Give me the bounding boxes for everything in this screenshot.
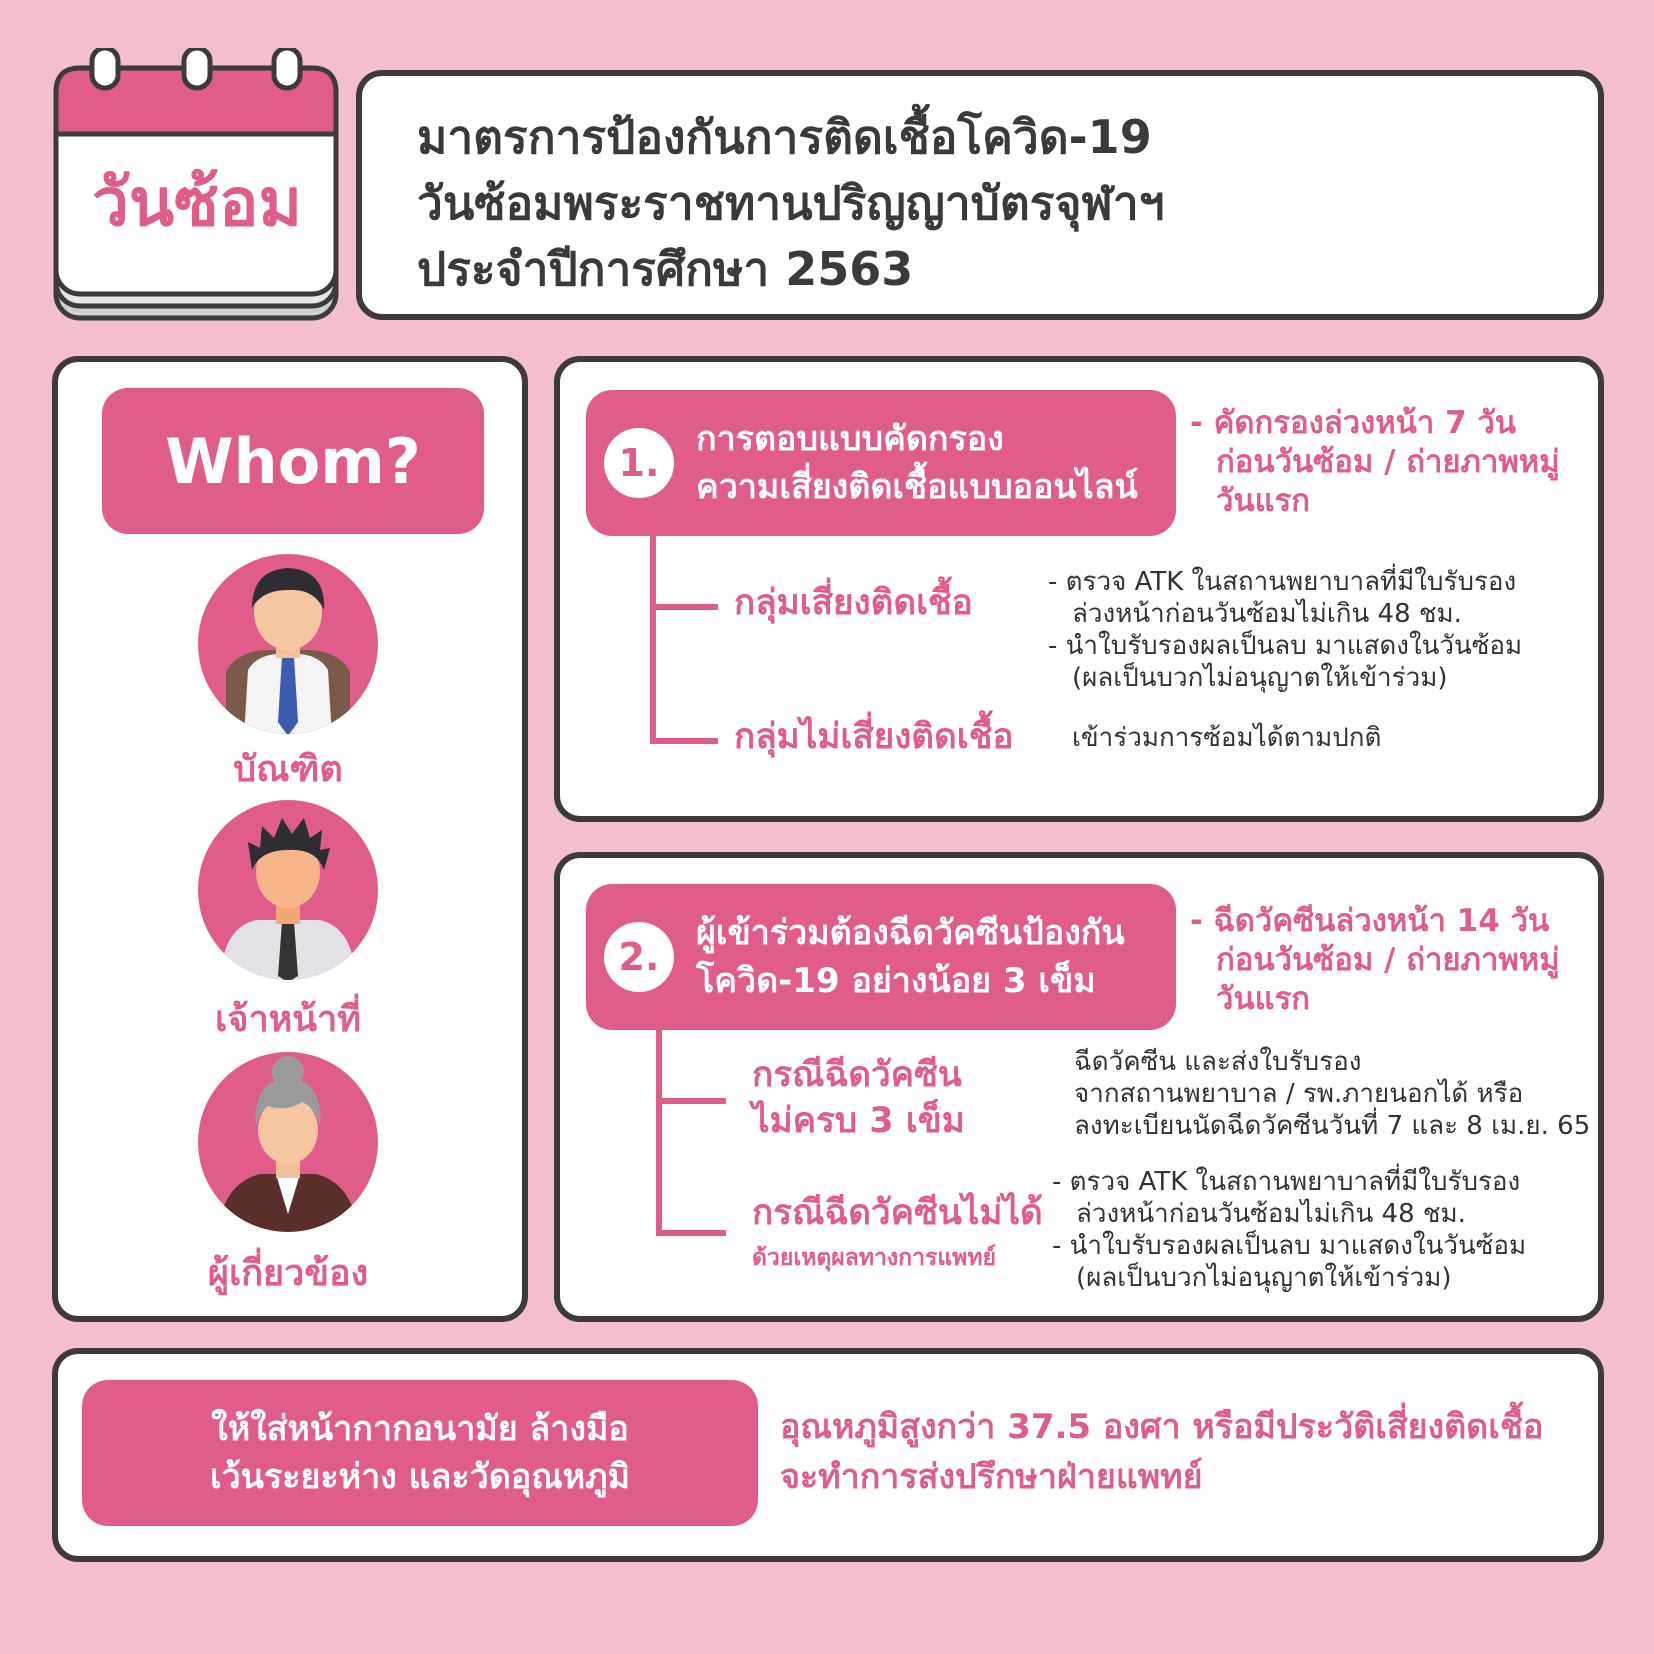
branch-cannot-vaccinate-reason: ด้วยเหตุผลทางการแพทย์ xyxy=(752,1245,996,1271)
person-label-related: ผู้เกี่ยวข้อง xyxy=(207,1253,369,1294)
measure-2-heading: 2. ผู้เข้าร่วมต้องฉีดวัคซีนป้องกัน โควิด… xyxy=(586,884,1176,1030)
title-line: ประจำปีการศึกษา 2563 xyxy=(417,242,914,296)
hygiene-line: ให้ใส่หน้ากากอนามัย ล้างมือ xyxy=(211,1409,629,1449)
graduate-avatar-icon xyxy=(198,554,378,734)
measure-2-title-line: โควิด-19 อย่างน้อย 3 เข็ม xyxy=(696,961,1096,1001)
note-line: วันแรก xyxy=(1216,483,1310,519)
title-line: วันซ้อมพระราชทานปริญญาบัตรจุฬาฯ xyxy=(417,176,1165,230)
detail-line: ล่วงหน้าก่อนวันซ้อมไม่เกิน 48 ชม. xyxy=(1072,599,1462,629)
temperature-line: จะทำการส่งปรึกษาฝ่ายแพทย์ xyxy=(780,1457,1203,1497)
hygiene-rules: ให้ใส่หน้ากากอนามัย ล้างมือ เว้นระยะห่าง… xyxy=(82,1380,758,1526)
branch-title-line: ไม่ครบ 3 เข็ม xyxy=(752,1101,965,1141)
branch-incomplete-vaccine: กรณีฉีดวัคซีน ไม่ครบ 3 เข็ม xyxy=(752,1052,965,1144)
calendar-label: วันซ้อม xyxy=(91,164,303,241)
temperature-line: อุณหภูมิสูงกว่า 37.5 องศา หรือมีประวัติเ… xyxy=(780,1407,1544,1447)
temperature-rule: อุณหภูมิสูงกว่า 37.5 องศา หรือมีประวัติเ… xyxy=(780,1402,1543,1502)
note-line: ก่อนวันซ้อม / ถ่ายภาพหมู่ xyxy=(1216,942,1560,978)
branch-cannot-details: - ตรวจ ATK ในสถานพยาบาลที่มีใบรับรอง ล่ว… xyxy=(1052,1166,1526,1294)
branch-risk-group: กลุ่มเสี่ยงติดเชื้อ xyxy=(734,583,973,623)
person-label-graduate: บัณฑิต xyxy=(233,749,343,790)
branch-cannot-vaccinate: กรณีฉีดวัคซีนไม่ได้ xyxy=(752,1193,1043,1233)
detail-line: (ผลเป็นบวกไม่อนุญาตให้เข้าร่วม) xyxy=(1072,663,1448,693)
detail-line: จากสถานพยาบาล / รพ.ภายนอกได้ หรือ xyxy=(1074,1079,1524,1109)
measure-1-heading: 1. การตอบแบบคัดกรอง ความเสี่ยงติดเชื้อแบ… xyxy=(586,390,1176,536)
detail-line: ล่วงหน้าก่อนวันซ้อมไม่เกิน 48 ชม. xyxy=(1076,1199,1466,1229)
tree-branch xyxy=(656,1098,726,1104)
branch-no-risk-group: กลุ่มไม่เสี่ยงติดเชื้อ xyxy=(734,717,1014,757)
measure-1-number: 1. xyxy=(604,428,674,498)
note-line: - คัดกรองล่วงหน้า 7 วัน xyxy=(1190,405,1517,441)
branch-risk-details: - ตรวจ ATK ในสถานพยาบาลที่มีใบรับรอง ล่ว… xyxy=(1048,566,1522,694)
detail-line: - ตรวจ ATK ในสถานพยาบาลที่มีใบรับรอง xyxy=(1052,1167,1521,1197)
detail-line: เข้าร่วมการซ้อมได้ตามปกติ xyxy=(1072,723,1382,753)
note-line: ก่อนวันซ้อม / ถ่ายภาพหมู่ xyxy=(1216,444,1560,480)
branch-incomplete-details: ฉีดวัคซีน และส่งใบรับรอง จากสถานพยาบาล /… xyxy=(1074,1046,1590,1142)
detail-line: - นำใบรับรองผลเป็นลบ มาแสดงในวันซ้อม xyxy=(1052,1231,1527,1261)
tree-branch xyxy=(650,738,718,744)
tree-trunk xyxy=(656,1030,662,1236)
measure-2-number: 2. xyxy=(604,922,674,992)
detail-line: ลงทะเบียนนัดฉีดวัคซีนวันที่ 7 และ 8 เม.ย… xyxy=(1074,1111,1591,1141)
note-line: - ฉีดวัคซีนล่วงหน้า 14 วัน xyxy=(1190,903,1550,939)
detail-line: (ผลเป็นบวกไม่อนุญาตให้เข้าร่วม) xyxy=(1076,1263,1452,1293)
staff-avatar-icon xyxy=(198,800,378,980)
measure-1-title-line: ความเสี่ยงติดเชื้อแบบออนไลน์ xyxy=(696,467,1138,507)
measure-2-note: - ฉีดวัคซีนล่วงหน้า 14 วัน ก่อนวันซ้อม /… xyxy=(1190,902,1560,1019)
measure-1-note: - คัดกรองล่วงหน้า 7 วัน ก่อนวันซ้อม / ถ่… xyxy=(1190,404,1560,521)
branch-no-risk-details: เข้าร่วมการซ้อมได้ตามปกติ xyxy=(1072,722,1381,754)
tree-branch xyxy=(656,1230,726,1236)
hygiene-line: เว้นระยะห่าง และวัดอุณหภูมิ xyxy=(210,1457,630,1497)
note-line: วันแรก xyxy=(1216,981,1310,1017)
detail-line: - ตรวจ ATK ในสถานพยาบาลที่มีใบรับรอง xyxy=(1048,567,1517,597)
person-label-staff: เจ้าหน้าที่ xyxy=(215,999,361,1040)
detail-line: ฉีดวัคซีน และส่งใบรับรอง xyxy=(1074,1047,1362,1077)
measure-1-title-line: การตอบแบบคัดกรอง xyxy=(696,419,1004,459)
detail-line: - นำใบรับรองผลเป็นลบ มาแสดงในวันซ้อม xyxy=(1048,631,1523,661)
measure-2-title-line: ผู้เข้าร่วมต้องฉีดวัคซีนป้องกัน xyxy=(696,913,1125,953)
page-title: มาตรการป้องกันการติดเชื้อโควิด-19 วันซ้อ… xyxy=(417,104,1165,302)
elder-avatar-icon xyxy=(198,1052,378,1232)
tree-trunk xyxy=(650,536,656,744)
title-line: มาตรการป้องกันการติดเชื้อโควิด-19 xyxy=(417,110,1152,164)
title-card: มาตรการป้องกันการติดเชื้อโควิด-19 วันซ้อ… xyxy=(356,70,1604,320)
whom-heading: Whom? xyxy=(102,388,484,534)
tree-branch xyxy=(650,604,718,610)
branch-title-line: กรณีฉีดวัคซีน xyxy=(752,1055,962,1095)
